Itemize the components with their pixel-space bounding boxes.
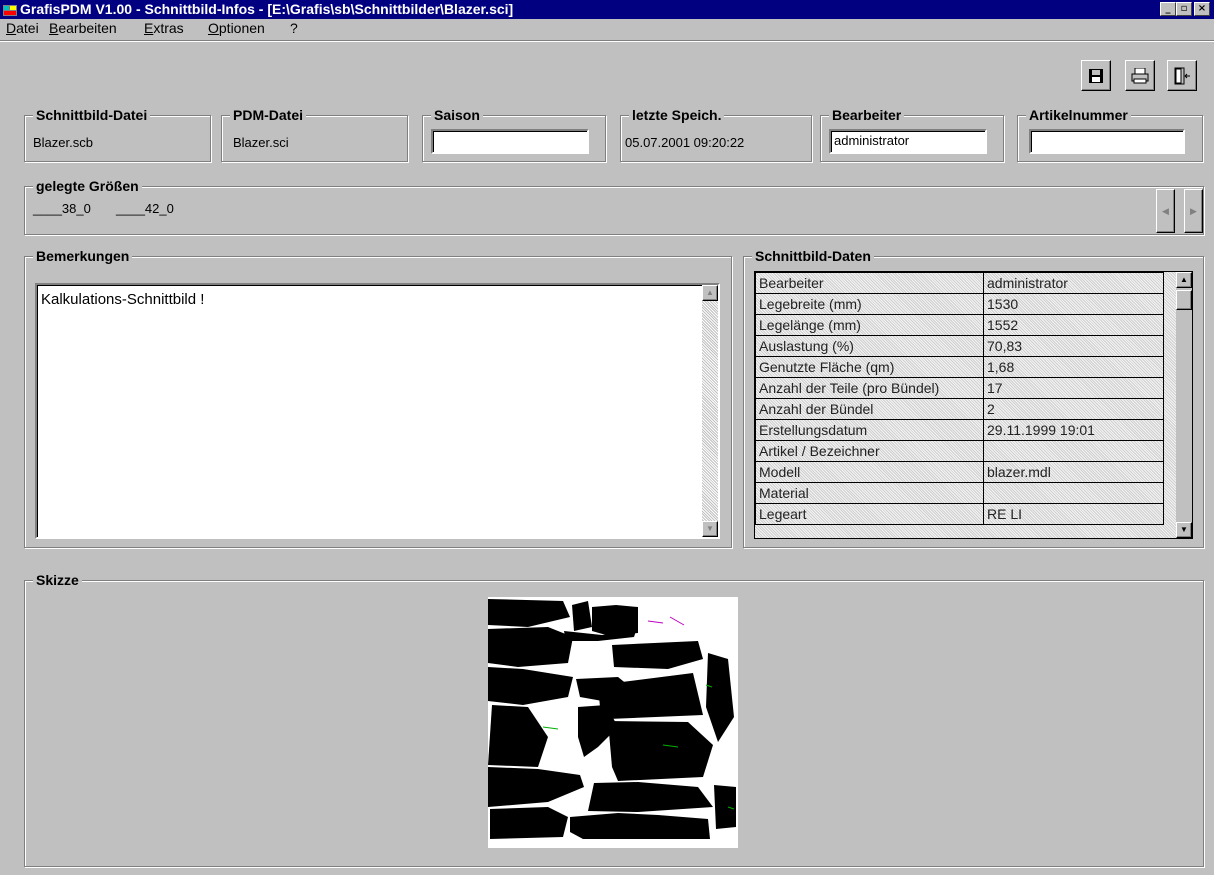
pattern-pieces-drawing — [488, 599, 736, 839]
table-row[interactable]: Legebreite (mm) 1530 — [755, 293, 1164, 315]
menu-optionen[interactable]: Optionen — [208, 20, 265, 36]
scroll-left-button[interactable]: ◀ — [1156, 189, 1175, 233]
row-label: Anzahl der Bündel — [755, 398, 984, 420]
row-label: Erstellungsdatum — [755, 419, 984, 441]
row-label: Material — [755, 482, 984, 504]
saison-group: Saison — [422, 107, 606, 162]
table-row[interactable]: Anzahl der Teile (pro Bündel) 17 — [755, 377, 1164, 399]
table-row[interactable]: Anzahl der Bündel 2 — [755, 398, 1164, 420]
row-value[interactable]: administrator — [983, 272, 1164, 294]
print-button[interactable] — [1125, 60, 1155, 91]
row-label: Modell — [755, 461, 984, 483]
table-row[interactable]: Artikel / Bezeichner — [755, 440, 1164, 462]
exit-button[interactable] — [1167, 60, 1197, 91]
table-row[interactable]: Erstellungsdatum 29.11.1999 19:01 — [755, 419, 1164, 441]
save-button[interactable] — [1081, 60, 1111, 91]
menu-bearbeiten[interactable]: Bearbeiten — [49, 20, 117, 36]
schnittbild-daten-group: Schnittbild-Daten Bearbeiter administrato… — [743, 248, 1204, 548]
save-icon — [1089, 68, 1103, 83]
close-button[interactable]: × — [1194, 2, 1210, 16]
data-table: Bearbeiter administrator Legebreite (mm) 15… — [755, 272, 1164, 525]
exit-door-icon — [1174, 67, 1190, 84]
row-value[interactable]: 1552 — [983, 314, 1164, 336]
table-row[interactable]: Genutzte Fläche (qm) 1,68 — [755, 356, 1164, 378]
saison-label: Saison — [431, 107, 483, 123]
grid-scroll-thumb[interactable] — [1176, 290, 1192, 310]
gelegte-groessen-label: gelegte Größen — [33, 178, 142, 194]
grid-scroll-up-arrow[interactable]: ▲ — [1176, 272, 1192, 288]
title-bar: GrafisPDM V1.00 - Schnittbild-Infos - [E… — [0, 0, 1214, 19]
letzte-speich-label: letzte Speich. — [629, 107, 725, 123]
row-label: Bearbeiter — [755, 272, 984, 294]
toolbar-separator — [0, 40, 1214, 42]
marker-sketch-image — [488, 597, 738, 848]
grid-scrollbar[interactable]: ▲ ▼ — [1176, 272, 1192, 538]
grid-scroll-down-arrow[interactable]: ▼ — [1176, 522, 1192, 538]
pdm-datei-label: PDM-Datei — [230, 107, 307, 123]
skizze-label: Skizze — [33, 572, 82, 588]
row-label: Artikel / Bezeichner — [755, 440, 984, 462]
row-value[interactable]: 1530 — [983, 293, 1164, 315]
row-value[interactable]: 29.11.1999 19:01 — [983, 419, 1164, 441]
schnittbild-datei-label: Schnittbild-Datei — [33, 107, 151, 123]
scroll-right-button[interactable]: ▶ — [1184, 189, 1203, 233]
menu-bar: Datei Bearbeiten Extras Optionen ? — [0, 19, 1214, 38]
bearbeiter-label: Bearbeiter — [829, 107, 905, 123]
pdm-datei-group: PDM-Datei Blazer.sci — [221, 107, 408, 162]
letzte-speich-group: letzte Speich. 05.07.2001 09:20:22 — [620, 107, 812, 162]
row-label: Auslastung (%) — [755, 335, 984, 357]
artikelnummer-label: Artikelnummer — [1026, 107, 1131, 123]
bearbeiter-input[interactable]: administrator — [829, 129, 987, 154]
menu-help[interactable]: ? — [290, 20, 298, 36]
table-row[interactable]: Bearbeiter administrator — [755, 272, 1164, 294]
table-row[interactable]: Modell blazer.mdl — [755, 461, 1164, 483]
row-label: Legeart — [755, 503, 984, 525]
row-value[interactable]: blazer.mdl — [983, 461, 1164, 483]
row-value[interactable]: 70,83 — [983, 335, 1164, 357]
row-value[interactable]: 1,68 — [983, 356, 1164, 378]
scroll-up-arrow[interactable]: ▲ — [702, 285, 718, 301]
row-value[interactable]: 17 — [983, 377, 1164, 399]
schnittbild-daten-label: Schnittbild-Daten — [752, 248, 874, 264]
schnittbild-daten-grid[interactable]: Bearbeiter administrator Legebreite (mm) 15… — [754, 271, 1193, 539]
bemerkungen-group: Bemerkungen Kalkulations-Schnittbild ! ▲… — [24, 248, 732, 548]
table-row[interactable]: Legeart RE LI — [755, 503, 1164, 525]
row-label: Legebreite (mm) — [755, 293, 984, 315]
menu-extras[interactable]: Extras — [144, 20, 184, 36]
letzte-speich-value: 05.07.2001 09:20:22 — [625, 135, 745, 150]
row-label: Genutzte Fläche (qm) — [755, 356, 984, 378]
row-value[interactable] — [983, 440, 1164, 462]
table-row[interactable]: Material — [755, 482, 1164, 504]
bemerkungen-scrollbar[interactable]: ▲ ▼ — [702, 285, 718, 537]
app-icon — [3, 5, 17, 16]
size-item: ____42_0 — [116, 201, 174, 216]
row-label: Anzahl der Teile (pro Bündel) — [755, 377, 984, 399]
window-title: GrafisPDM V1.00 - Schnittbild-Infos - [E… — [20, 1, 514, 17]
table-row[interactable]: Auslastung (%) 70,83 — [755, 335, 1164, 357]
row-value[interactable]: RE LI — [983, 503, 1164, 525]
bearbeiter-group: Bearbeiter administrator — [820, 107, 1004, 162]
saison-input[interactable] — [431, 129, 589, 154]
row-label: Legelänge (mm) — [755, 314, 984, 336]
row-value[interactable] — [983, 482, 1164, 504]
minimize-button[interactable]: _ — [1160, 2, 1176, 16]
artikelnummer-group: Artikelnummer — [1017, 107, 1203, 162]
bemerkungen-label: Bemerkungen — [33, 248, 133, 264]
table-row[interactable]: Legelänge (mm) 1552 — [755, 314, 1164, 336]
menu-datei[interactable]: Datei — [6, 20, 39, 36]
schnittbild-datei-group: Schnittbild-Datei Blazer.scb — [24, 107, 211, 162]
bemerkungen-textarea[interactable]: Kalkulations-Schnittbild ! ▲ ▼ — [35, 283, 720, 539]
row-value[interactable]: 2 — [983, 398, 1164, 420]
printer-icon — [1131, 67, 1149, 83]
size-item: ____38_0 — [33, 201, 91, 216]
gelegte-groessen-group: gelegte Größen ____38_0 ____42_0 ◀ ▶ — [24, 178, 1204, 235]
bemerkungen-text: Kalkulations-Schnittbild ! — [41, 291, 205, 308]
scroll-down-arrow[interactable]: ▼ — [702, 521, 718, 537]
maximize-button[interactable]: ▫ — [1176, 2, 1192, 16]
schnittbild-datei-value: Blazer.scb — [33, 135, 93, 150]
artikelnummer-input[interactable] — [1029, 129, 1185, 154]
pdm-datei-value: Blazer.sci — [233, 135, 289, 150]
